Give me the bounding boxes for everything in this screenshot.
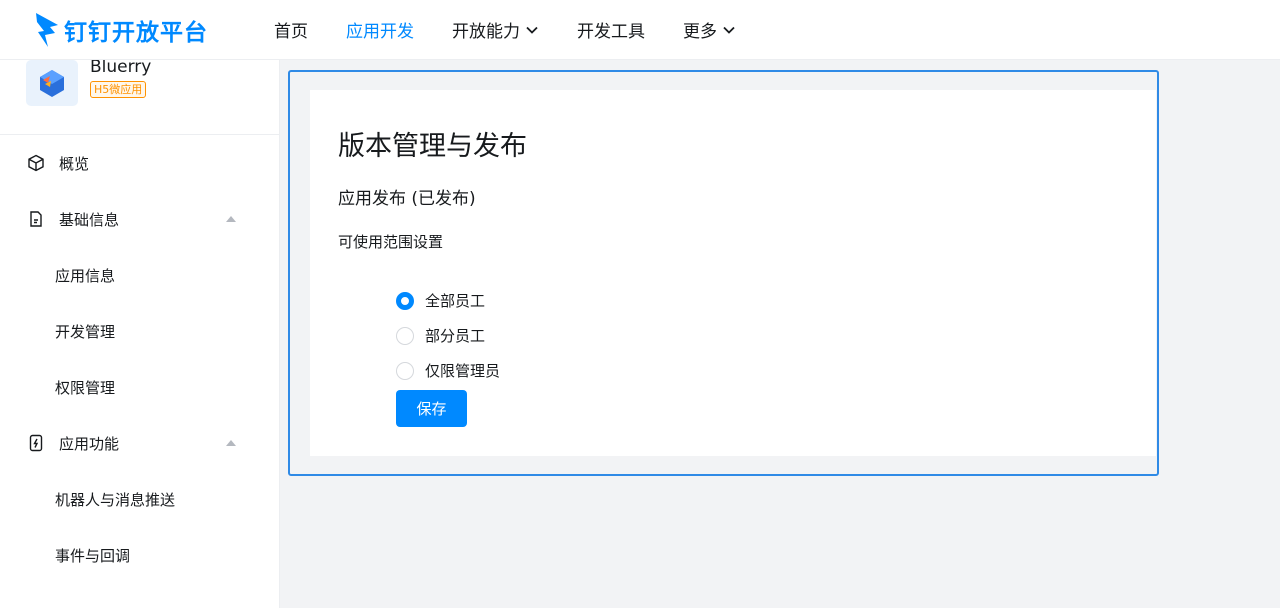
document-icon (30, 211, 42, 227)
radio-all-employees[interactable]: 全部员工 (396, 283, 500, 318)
app-cube-logo-icon (40, 70, 64, 97)
sidebar-item-overview[interactable]: 概览 (0, 135, 279, 191)
sidebar-menu: 概览 基础信息 应用信息 开发管理 权限管理 应用功能 机器人与消息推送 事件与… (0, 135, 279, 583)
sidebar-group-label: 应用功能 (59, 434, 120, 453)
sidebar-item-events-callback[interactable]: 事件与回调 (0, 527, 279, 583)
page-title: 版本管理与发布 (338, 131, 527, 162)
nav-item-app-dev[interactable]: 应用开发 (346, 0, 414, 60)
save-button[interactable]: 保存 (396, 390, 467, 427)
app-name: Bluerry (90, 60, 152, 77)
scope-radio-group: 全部员工 部分员工 仅限管理员 (396, 283, 500, 388)
sidebar: Bluerry H5微应用 概览 基础信息 应用信息 开发管理 权限管理 应用功… (0, 60, 280, 608)
caret-up-icon (226, 440, 236, 446)
nav-item-label: 首页 (274, 22, 308, 42)
radio-label: 全部员工 (425, 292, 486, 310)
nav-item-label: 应用开发 (346, 22, 414, 42)
nav-item-more[interactable]: 更多 (683, 0, 736, 60)
phone-flash-icon (29, 434, 43, 452)
main-nav: 首页 应用开发 开放能力 开发工具 更多 (274, 0, 774, 60)
cube-icon (28, 154, 44, 172)
scope-label: 可使用范围设置 (338, 233, 444, 251)
app-avatar (26, 60, 78, 106)
sidebar-item-robot-push[interactable]: 机器人与消息推送 (0, 471, 279, 527)
brand-name: 钉钉开放平台 (64, 19, 208, 46)
sidebar-item-label: 概览 (59, 154, 90, 173)
nav-item-label: 更多 (683, 22, 717, 42)
chevron-down-icon (723, 26, 735, 34)
sidebar-item-permission-manage[interactable]: 权限管理 (0, 359, 279, 415)
sidebar-group-app-features[interactable]: 应用功能 (0, 415, 279, 471)
radio-label: 部分员工 (425, 327, 486, 345)
sidebar-item-app-info[interactable]: 应用信息 (0, 247, 279, 303)
nav-item-open-capabilities[interactable]: 开放能力 (452, 0, 539, 60)
sidebar-item-label: 事件与回调 (55, 546, 131, 565)
sidebar-group-label: 基础信息 (59, 210, 120, 229)
radio-admins-only[interactable]: 仅限管理员 (396, 353, 500, 388)
nav-item-dev-tools[interactable]: 开发工具 (577, 0, 645, 60)
app-meta: Bluerry H5微应用 (90, 60, 151, 98)
brand[interactable]: 钉钉开放平台 (34, 12, 274, 48)
sidebar-group-basic-info[interactable]: 基础信息 (0, 191, 279, 247)
sidebar-item-dev-manage[interactable]: 开发管理 (0, 303, 279, 359)
radio-some-employees[interactable]: 部分员工 (396, 318, 500, 353)
dingtalk-wing-icon (36, 12, 58, 47)
app-type-badge: H5微应用 (90, 81, 147, 98)
sidebar-item-label: 权限管理 (55, 378, 116, 397)
radio-button[interactable] (396, 326, 414, 345)
sidebar-item-label: 开发管理 (55, 322, 116, 341)
app-card: Bluerry H5微应用 (0, 60, 279, 135)
radio-button[interactable] (396, 361, 414, 380)
section-title: 应用发布 (已发布) (338, 189, 476, 209)
radio-label: 仅限管理员 (425, 362, 501, 380)
top-navbar: 钉钉开放平台 首页 应用开发 开放能力 开发工具 更多 (0, 0, 1280, 60)
radio-button[interactable] (396, 291, 414, 310)
nav-item-label: 开发工具 (577, 22, 645, 42)
caret-up-icon (226, 216, 236, 222)
nav-item-label: 开放能力 (452, 22, 520, 42)
sidebar-item-label: 机器人与消息推送 (55, 490, 176, 509)
version-release-panel: 版本管理与发布 应用发布 (已发布) 可使用范围设置 全部员工 部分员工 仅限管… (288, 70, 1159, 476)
nav-item-home[interactable]: 首页 (274, 0, 308, 60)
chevron-down-icon (526, 26, 538, 34)
sidebar-item-label: 应用信息 (55, 266, 116, 285)
release-card: 版本管理与发布 应用发布 (已发布) 可使用范围设置 全部员工 部分员工 仅限管… (310, 90, 1156, 456)
